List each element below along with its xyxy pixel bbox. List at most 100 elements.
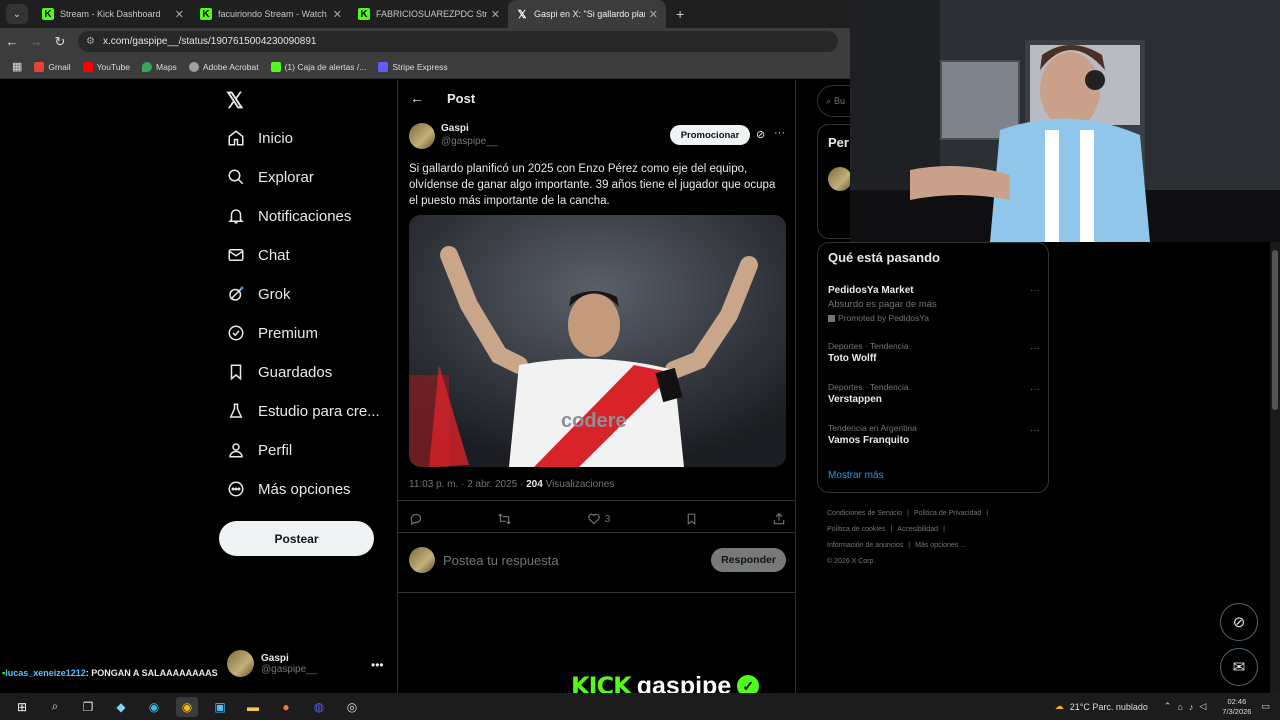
discord-icon[interactable]: ◍: [308, 697, 330, 717]
trend-item[interactable]: PedidosYa Market Absurdo es pagar de más…: [828, 283, 1040, 323]
footer-link[interactable]: Más opciones ...: [915, 542, 966, 549]
scroll-thumb[interactable]: [1272, 250, 1278, 410]
back-arrow-icon[interactable]: ←: [0, 34, 24, 49]
more-icon[interactable]: ···: [1030, 285, 1040, 296]
post-timestamp[interactable]: 11:03 p. m. · 2 abr. 2025 ·: [409, 479, 526, 490]
nav-notifications[interactable]: Notificaciones: [227, 207, 351, 225]
copilot-icon[interactable]: ◆: [110, 697, 132, 717]
site-info-icon[interactable]: ⚙: [86, 36, 95, 47]
grok-icon[interactable]: ⊘: [756, 128, 765, 141]
nav-profile[interactable]: Perfil: [227, 441, 292, 459]
more-icon[interactable]: ···: [1030, 384, 1040, 395]
like-button[interactable]: 3: [587, 512, 611, 526]
account-switcher[interactable]: Gaspi @gaspipe__: [227, 650, 317, 677]
tab-search-button[interactable]: ⌄: [6, 4, 28, 24]
nav-creator-studio[interactable]: Estudio para cre...: [227, 402, 380, 420]
notification-icon[interactable]: ▭: [1261, 701, 1270, 712]
show-more-link[interactable]: Mostrar más: [828, 470, 884, 481]
bookmark-adobe[interactable]: Adobe Acrobat: [188, 61, 259, 72]
more-icon[interactable]: ···: [774, 127, 785, 139]
firefox-icon[interactable]: ●: [275, 697, 297, 717]
account-more-icon[interactable]: •••: [371, 658, 384, 672]
author-avatar[interactable]: [409, 123, 435, 149]
reply-input[interactable]: Postea tu respuesta: [443, 553, 711, 568]
like-count: 3: [604, 513, 611, 525]
close-tab-icon[interactable]: ✕: [175, 8, 184, 21]
microphone-icon[interactable]: ♪: [1189, 702, 1194, 712]
browser-tab-4-active[interactable]: 𝕏 Gaspi en X: "Si gallardo planific ✕: [508, 0, 666, 28]
footer-link[interactable]: Política de Privacidad: [914, 510, 981, 517]
post-button[interactable]: Postear: [219, 521, 374, 556]
player-photo: codere: [409, 215, 786, 467]
nav-home[interactable]: Inicio: [227, 129, 293, 147]
apps-grid-icon[interactable]: ▦: [12, 60, 22, 73]
footer-link[interactable]: Accesibilidad: [897, 526, 938, 533]
reply-button[interactable]: Responder: [711, 548, 786, 572]
close-tab-icon[interactable]: ✕: [333, 8, 342, 21]
clock-date: 7/3/2026: [1222, 706, 1252, 716]
post-actions: 3: [409, 512, 786, 526]
nav-bookmarks[interactable]: Guardados: [227, 363, 332, 381]
repost-icon[interactable]: [497, 512, 512, 526]
browser-tab-2[interactable]: K facuiriondo Stream - Watch Live ✕: [192, 0, 350, 28]
promote-button[interactable]: Promocionar: [670, 125, 750, 145]
nav-label: Perfil: [258, 441, 293, 459]
bookmark-gmail[interactable]: Gmail: [34, 61, 71, 72]
views-label: Visualizaciones: [542, 479, 615, 490]
bookmark-icon[interactable]: [685, 512, 698, 526]
verified-badge-icon: [227, 324, 245, 342]
edge-icon[interactable]: ◉: [143, 697, 165, 717]
reload-icon[interactable]: ↻: [48, 34, 72, 50]
x-logo-icon[interactable]: 𝕏: [226, 88, 244, 114]
tab-title: facuiriondo Stream - Watch Live: [218, 9, 329, 19]
tray-chevron-icon[interactable]: ⌃: [1164, 701, 1172, 712]
grok-fab-icon[interactable]: ⊘: [1220, 603, 1258, 641]
footer-link[interactable]: Información de anuncios: [827, 542, 903, 549]
task-view-icon[interactable]: ❐: [77, 697, 99, 717]
footer-link[interactable]: Condiciones de Servicio: [827, 510, 902, 517]
file-explorer-icon[interactable]: ▬: [242, 697, 264, 717]
forward-arrow-icon[interactable]: →: [24, 34, 48, 49]
more-icon[interactable]: ···: [1030, 425, 1040, 436]
new-tab-icon[interactable]: +: [666, 6, 694, 22]
trend-item[interactable]: Deportes · Tendencia Toto Wolff ···: [828, 341, 1040, 364]
url-field[interactable]: ⚙ x.com/gaspipe__/status/190761500423009…: [78, 31, 838, 52]
reply-icon[interactable]: [409, 512, 423, 526]
nav-premium[interactable]: Premium: [227, 324, 318, 342]
nav-more-options[interactable]: Más opciones: [227, 480, 351, 498]
browser-tab-3[interactable]: K FABRICIOSUAREZPDC Stream ✕: [350, 0, 508, 28]
trend-name: Toto Wolff: [828, 353, 877, 364]
windows-start-icon[interactable]: ⊞: [11, 697, 33, 717]
search-icon[interactable]: ⌕: [44, 697, 66, 717]
nav-grok[interactable]: Grok: [227, 285, 291, 303]
weather-text[interactable]: 21°C Parc. nublado: [1070, 702, 1148, 712]
network-icon[interactable]: ⌂: [1177, 702, 1182, 712]
bookmark-stripe[interactable]: Stripe Express: [378, 61, 448, 72]
browser-tab-1[interactable]: K Stream - Kick Dashboard ✕: [34, 0, 192, 28]
close-tab-icon[interactable]: ✕: [491, 8, 500, 21]
clock[interactable]: 02:46 7/3/2026: [1222, 697, 1251, 717]
chrome-icon[interactable]: ◉: [176, 696, 198, 717]
share-icon[interactable]: [772, 512, 786, 526]
trend-item[interactable]: Tendencia en Argentina Vamos Franquito ·…: [828, 423, 1040, 446]
footer-link[interactable]: Política de cookies: [827, 526, 885, 533]
author-handle[interactable]: @gaspipe__: [441, 136, 497, 147]
store-icon[interactable]: ▣: [209, 697, 231, 717]
trend-item[interactable]: Deportes · Tendencia Verstappen ···: [828, 382, 1040, 405]
nav-explore[interactable]: Explorar: [227, 168, 314, 186]
post-image[interactable]: codere: [409, 215, 786, 467]
tab-title: Stream - Kick Dashboard: [60, 9, 161, 19]
bookmark-youtube[interactable]: YouTube: [82, 61, 130, 72]
author-name[interactable]: Gaspi: [441, 123, 497, 134]
post-author[interactable]: Gaspi @gaspipe__: [409, 123, 497, 149]
close-tab-icon[interactable]: ✕: [649, 8, 658, 21]
bookmark-maps[interactable]: Maps: [142, 61, 177, 72]
bookmark-alerts[interactable]: (1) Caja de alertas /...: [270, 61, 366, 72]
obs-icon[interactable]: ◎: [341, 697, 363, 717]
volume-icon[interactable]: ◁: [1199, 701, 1206, 712]
back-arrow-icon[interactable]: ←: [410, 90, 424, 106]
nav-chat[interactable]: Chat: [227, 246, 290, 264]
more-icon[interactable]: ···: [1030, 343, 1040, 354]
messages-fab-icon[interactable]: ✉: [1220, 648, 1258, 686]
scrollbar[interactable]: [1270, 242, 1280, 693]
